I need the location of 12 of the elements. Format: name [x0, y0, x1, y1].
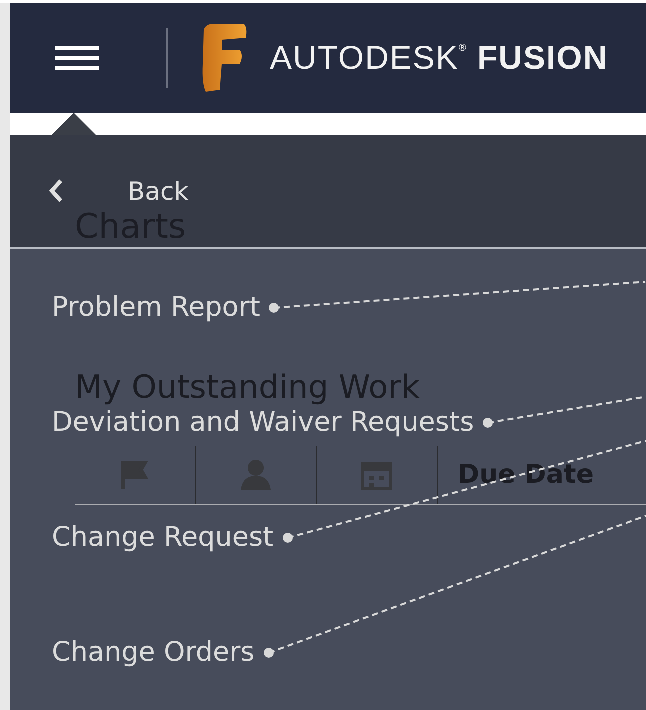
logo-icon — [200, 24, 248, 92]
person-icon — [240, 459, 272, 491]
flag-icon — [119, 459, 151, 491]
section-heading: My Outstanding Work — [75, 368, 420, 406]
chevron-left-icon — [48, 178, 64, 204]
caret-icon — [52, 113, 96, 135]
menu-item[interactable]: Change Request — [52, 522, 274, 553]
menu-item[interactable]: Change Orders — [52, 637, 255, 668]
menu-item[interactable]: Problem Report — [52, 292, 260, 323]
brand-name: AUTODESK$^{®}$ FUSION — [270, 39, 608, 77]
menu-item[interactable]: Deviation and Waiver Requests — [52, 407, 474, 438]
menu-icon[interactable] — [55, 46, 99, 70]
